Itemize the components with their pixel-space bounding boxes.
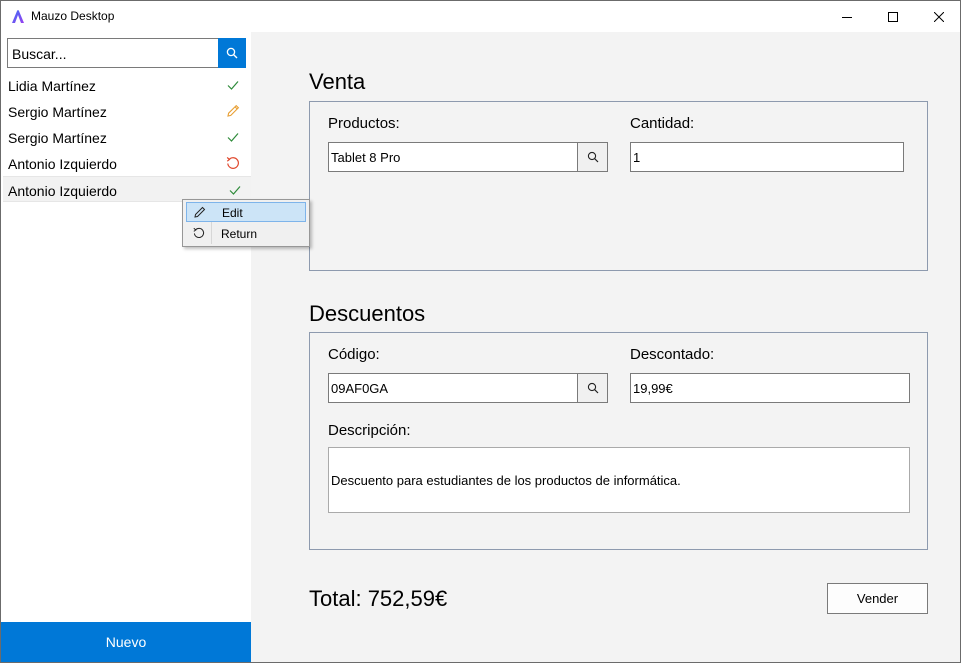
new-button[interactable]: Nuevo [1,622,251,662]
context-menu-return[interactable]: Return [186,224,306,244]
descontado-label: Descontado: [630,346,715,363]
window-title: Mauzo Desktop [31,9,115,23]
descuentos-title: Descuentos [309,301,426,326]
list-item[interactable]: Sergio Martínez [1,98,251,124]
return-icon [226,156,239,169]
check-icon [227,81,239,90]
productos-search-button[interactable] [577,142,608,172]
productos-label: Productos: [328,115,400,132]
sidebar: Buscar... Lidia Martínez Sergio Martínez… [1,32,251,662]
pencil-icon [227,104,240,117]
check-icon [227,133,239,142]
descuentos-group: Código: 09AF0GA Descontado: 19,99€ Descr… [309,332,928,550]
productos-input[interactable]: Tablet 8 Pro [328,142,578,172]
search-icon [226,47,238,59]
descripcion-label: Descripción: [328,422,411,439]
list-item[interactable]: Antonio Izquierdo [1,150,251,176]
maximize-button[interactable] [870,1,916,32]
list-item[interactable]: Sergio Martínez [1,124,251,150]
check-icon [229,186,241,195]
venta-title: Venta [309,69,366,94]
minimize-icon [842,16,852,18]
context-menu: Edit Return [182,199,310,247]
cantidad-label: Cantidad: [630,115,695,132]
list-item-name: Sergio Martínez [8,130,107,146]
codigo-search-button[interactable] [577,373,608,403]
app-window: Mauzo Desktop Buscar... Lidia Martínez S… [0,0,961,663]
cantidad-input[interactable]: 1 [630,142,904,172]
maximize-icon [888,11,898,22]
title-bar[interactable]: Mauzo Desktop [1,1,960,32]
pencil-icon [194,206,206,218]
list-item-name: Lidia Martínez [8,78,96,94]
main-panel: Venta Productos: Tablet 8 Pro Cantidad: … [251,32,960,662]
search-input[interactable]: Buscar... [7,38,219,68]
list-item-name: Sergio Martínez [8,104,107,120]
total-label: Total: 752,59€ [309,586,448,611]
app-logo-icon [12,10,24,23]
return-icon [193,227,205,239]
context-menu-label: Edit [222,206,243,220]
close-button[interactable] [916,1,960,32]
sales-list: Lidia Martínez Sergio Martínez Sergio Ma… [1,72,251,202]
context-menu-edit[interactable]: Edit [186,202,306,222]
search-icon [587,382,598,394]
minimize-button[interactable] [824,1,870,32]
search-button[interactable] [218,38,246,68]
descripcion-textarea[interactable]: Descuento para estudiantes de los produc… [328,447,910,513]
list-item-name: Antonio Izquierdo [8,156,117,172]
sell-button[interactable]: Vender [827,583,928,614]
context-menu-label: Return [221,227,258,241]
close-icon [934,11,944,22]
list-item-name: Antonio Izquierdo [8,183,117,199]
descontado-input[interactable]: 19,99€ [630,373,910,403]
search-icon [587,151,598,163]
codigo-label: Código: [328,346,380,363]
venta-group: Productos: Tablet 8 Pro Cantidad: 1 [309,101,928,271]
list-item[interactable]: Lidia Martínez [1,72,251,98]
codigo-input[interactable]: 09AF0GA [328,373,578,403]
